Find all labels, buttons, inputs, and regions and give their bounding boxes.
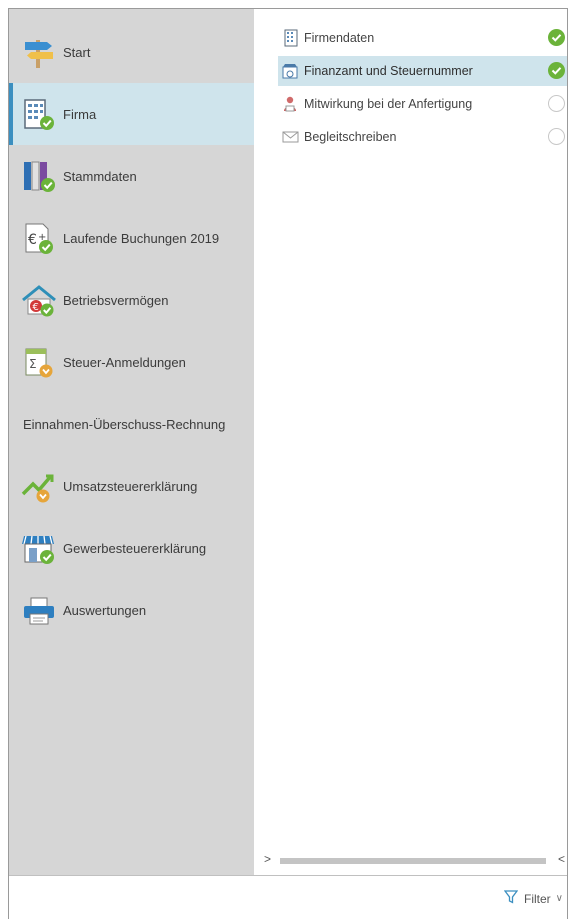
sidebar-item-label: Umsatzsteuererklärung	[63, 478, 198, 494]
app-window: Start Firma Stammdaten € + Laufende Buch…	[8, 8, 568, 919]
binders-check-icon	[21, 158, 57, 194]
task-label: Begleitschreiben	[304, 130, 397, 144]
sidebar-item-label: Steuer-Anmeldungen	[63, 354, 186, 370]
scroll-left-arrow-icon[interactable]: <	[558, 852, 565, 866]
task-item-begleitschreiben[interactable]: Begleitschreiben	[278, 122, 567, 152]
sidebar-item-label: Gewerbesteuererklärung	[63, 540, 207, 556]
sidebar-item-gewerbesteuererklaerung[interactable]: Gewerbesteuererklärung	[9, 517, 254, 579]
sidebar-item-betriebsvermoegen[interactable]: € Betriebsvermögen	[9, 269, 254, 331]
letter-icon	[282, 128, 300, 146]
sidebar-item-label: Start	[63, 44, 91, 60]
sidebar-item-laufende-buchungen[interactable]: € + Laufende Buchungen 2019	[9, 207, 254, 269]
done-check-icon	[548, 62, 565, 79]
house-euro-check-icon: €	[21, 282, 57, 318]
horizontal-scrollbar[interactable]: > <	[254, 852, 567, 870]
task-label: Finanzamt und Steuernummer	[304, 64, 473, 78]
trend-chart-icon	[21, 468, 57, 504]
task-panel: Firmendaten Finanzamt und Steuernummer M…	[254, 9, 567, 875]
signpost-icon	[21, 34, 57, 70]
footer-bar: Filter ∨	[9, 875, 567, 919]
svg-text:€: €	[33, 302, 39, 313]
building-icon	[282, 29, 300, 47]
filter-label: Filter	[524, 891, 551, 906]
task-item-mitwirkung[interactable]: Mitwirkung bei der Anfertigung	[278, 89, 567, 119]
sidebar-item-firma[interactable]: Firma	[9, 83, 254, 145]
sidebar-item-label: Einnahmen-Überschuss-Rechnung	[23, 416, 226, 432]
shop-check-icon	[21, 530, 57, 566]
open-status-icon	[548, 128, 565, 145]
sidebar-item-auswertungen[interactable]: Auswertungen	[9, 579, 254, 641]
filter-button[interactable]: Filter ∨	[503, 890, 563, 907]
task-label: Mitwirkung bei der Anfertigung	[304, 97, 473, 111]
sidebar-item-label: Firma	[63, 106, 97, 122]
chevron-down-icon: ∨	[555, 893, 563, 904]
open-status-icon	[548, 95, 565, 112]
filter-icon	[503, 890, 519, 907]
done-check-icon	[548, 29, 565, 46]
task-label: Firmendaten	[304, 31, 375, 45]
task-item-finanzamt[interactable]: Finanzamt und Steuernummer	[278, 56, 567, 86]
euro-document-check-icon: € +	[21, 220, 57, 256]
scroll-thumb[interactable]	[280, 858, 546, 864]
sidebar-item-start[interactable]: Start	[9, 21, 254, 83]
sidebar-item-umsatzsteuererklaerung[interactable]: Umsatzsteuererklärung	[9, 455, 254, 517]
sidebar-item-label: Auswertungen	[63, 602, 147, 618]
calculator-document-icon: Σ	[21, 344, 57, 380]
printer-icon	[21, 592, 57, 628]
task-item-firmendaten[interactable]: Firmendaten	[278, 23, 567, 53]
person-icon	[282, 95, 300, 113]
scroll-right-arrow-icon[interactable]: >	[264, 852, 271, 866]
sidebar-item-stammdaten[interactable]: Stammdaten	[9, 145, 254, 207]
sidebar-item-label: Laufende Buchungen 2019	[63, 230, 220, 246]
tax-office-icon	[282, 62, 300, 80]
svg-text:€: €	[28, 232, 37, 248]
svg-text:Σ: Σ	[29, 357, 37, 371]
building-check-icon	[21, 96, 57, 132]
sidebar-item-steuer-anmeldungen[interactable]: Σ Steuer-Anmeldungen	[9, 331, 254, 393]
sidebar-item-label: Stammdaten	[63, 168, 137, 184]
sidebar: Start Firma Stammdaten € + Laufende Buch…	[9, 9, 254, 875]
sidebar-item-label: Betriebsvermögen	[63, 292, 169, 308]
sidebar-item-einnahmen-ueberschuss[interactable]: Einnahmen-Überschuss-Rechnung	[9, 393, 254, 455]
